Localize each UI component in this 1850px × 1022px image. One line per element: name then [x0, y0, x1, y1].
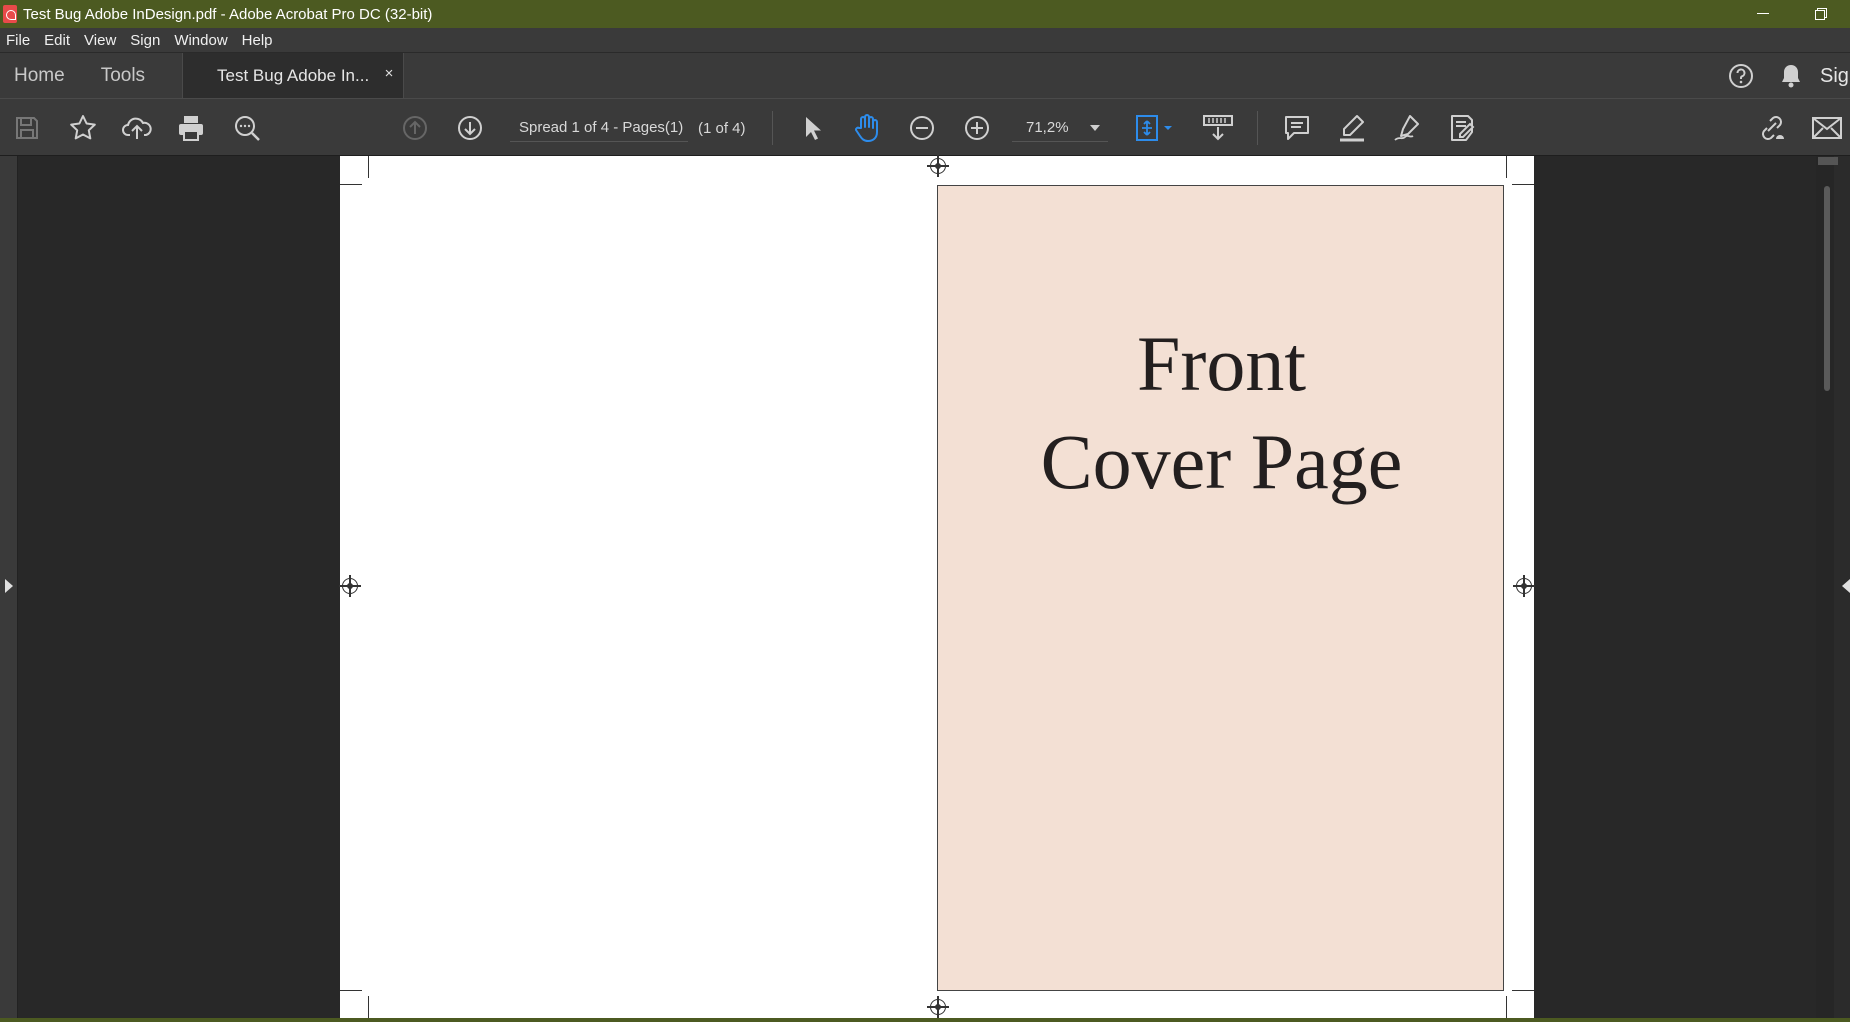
sign-in-link[interactable]: Sig	[1816, 65, 1850, 88]
sign-button[interactable]	[1390, 111, 1424, 145]
left-navigation-panel	[0, 156, 18, 1018]
zoom-search-icon	[235, 116, 260, 141]
close-tab-button[interactable]: ×	[381, 66, 397, 82]
scrollbar-cap	[1818, 157, 1838, 165]
registration-mark	[339, 575, 361, 597]
tab-document-label: Test Bug Adobe In...	[217, 66, 370, 85]
zoom-select[interactable]: 71,2%	[1012, 114, 1108, 142]
link-share-icon	[1762, 116, 1784, 140]
comment-button[interactable]	[1280, 111, 1314, 145]
tab-tools[interactable]: Tools	[79, 53, 159, 99]
chevron-down-icon	[1090, 125, 1100, 131]
crop-mark	[1512, 990, 1534, 991]
comment-icon	[1285, 116, 1309, 140]
minimize-button[interactable]	[1734, 0, 1792, 28]
toolbar-divider	[772, 111, 773, 145]
toolbar: Spread 1 of 4 - Pages(1) (1 of 4) 71,2%	[0, 98, 1850, 156]
window-title: Test Bug Adobe InDesign.pdf - Adobe Acro…	[23, 5, 433, 23]
highlight-icon	[1340, 115, 1364, 142]
fit-page-icon	[1136, 115, 1172, 141]
help-button[interactable]	[1716, 62, 1766, 90]
menu-edit[interactable]: Edit	[38, 32, 78, 49]
registration-mark	[927, 996, 949, 1018]
scrollbar-thumb[interactable]	[1824, 186, 1830, 391]
tab-document[interactable]: Test Bug Adobe In... ×	[182, 53, 404, 99]
scroll-mode-button[interactable]	[1200, 111, 1236, 145]
scroll-mode-icon	[1203, 115, 1233, 141]
menu-view[interactable]: View	[78, 32, 124, 49]
crop-mark	[340, 184, 362, 185]
crop-mark	[368, 996, 369, 1018]
cover-title-line-2: Cover Page	[1040, 418, 1403, 505]
toolbar-divider	[1257, 111, 1258, 145]
registration-mark	[1513, 575, 1535, 597]
select-arrow-icon	[806, 117, 821, 140]
menu-window[interactable]: Window	[168, 32, 235, 49]
star-icon	[70, 115, 96, 140]
title-bar: Test Bug Adobe InDesign.pdf - Adobe Acro…	[0, 0, 1850, 28]
zoom-out-button[interactable]	[905, 111, 939, 145]
bell-icon	[1782, 65, 1800, 88]
cover-title-line-1: Front	[1136, 320, 1307, 407]
mail-icon	[1812, 117, 1842, 139]
page-spread: Front Cover Page	[339, 155, 1535, 1018]
menu-file[interactable]: File	[0, 32, 38, 49]
page-up-icon	[403, 116, 427, 140]
minimize-icon	[1757, 13, 1769, 14]
front-cover-page: Front Cover Page	[937, 185, 1504, 991]
notifications-button[interactable]	[1766, 62, 1816, 90]
restore-icon	[1815, 8, 1827, 20]
print-icon	[179, 116, 203, 141]
restore-button[interactable]	[1792, 0, 1850, 28]
registration-mark	[927, 155, 949, 177]
zoom-value: 71,2%	[1026, 119, 1069, 136]
share-link-button[interactable]	[1755, 111, 1789, 145]
crop-mark	[1506, 156, 1507, 178]
zoom-search-button[interactable]	[230, 111, 264, 145]
tab-home[interactable]: Home	[0, 53, 79, 99]
acrobat-logo-icon	[3, 5, 17, 23]
fit-page-button[interactable]	[1132, 111, 1178, 145]
print-button[interactable]	[174, 111, 208, 145]
menu-sign[interactable]: Sign	[124, 32, 168, 49]
select-tool-button[interactable]	[795, 111, 829, 145]
zoom-in-icon	[965, 116, 989, 140]
previous-page-button[interactable]	[398, 111, 432, 145]
crop-mark	[340, 990, 362, 991]
expand-left-panel-icon[interactable]	[5, 579, 13, 593]
menu-bar: File Edit View Sign Window Help	[0, 28, 1850, 52]
crop-mark	[1506, 996, 1507, 1018]
document-view[interactable]: Front Cover Page	[19, 155, 1816, 1018]
stamp-icon	[1451, 115, 1475, 141]
upload-button[interactable]	[120, 111, 154, 145]
help-icon	[1729, 64, 1753, 88]
bookmark-star-button[interactable]	[66, 111, 100, 145]
window-bottom-border	[0, 1018, 1850, 1022]
email-button[interactable]	[1810, 111, 1844, 145]
hand-tool-button[interactable]	[850, 111, 884, 145]
stamp-button[interactable]	[1445, 111, 1479, 145]
page-label: Spread 1 of 4 - Pages(1)	[519, 119, 684, 136]
tab-bar: Home Tools Test Bug Adobe In... × Sig	[0, 52, 1850, 99]
zoom-out-icon	[910, 116, 934, 140]
upload-icon	[122, 117, 152, 139]
menu-help[interactable]: Help	[236, 32, 281, 49]
next-page-button[interactable]	[453, 111, 487, 145]
save-button[interactable]	[10, 111, 44, 145]
page-count: (1 of 4)	[698, 119, 746, 137]
expand-right-panel-icon[interactable]	[1842, 579, 1850, 593]
save-icon	[16, 117, 38, 139]
crop-mark	[368, 156, 369, 178]
sign-pen-icon	[1394, 115, 1419, 141]
page-number-field[interactable]: Spread 1 of 4 - Pages(1)	[510, 114, 688, 142]
zoom-in-button[interactable]	[960, 111, 994, 145]
highlight-button[interactable]	[1335, 111, 1369, 145]
hand-icon	[855, 114, 878, 142]
page-down-icon	[458, 116, 482, 140]
crop-mark	[1512, 184, 1534, 185]
